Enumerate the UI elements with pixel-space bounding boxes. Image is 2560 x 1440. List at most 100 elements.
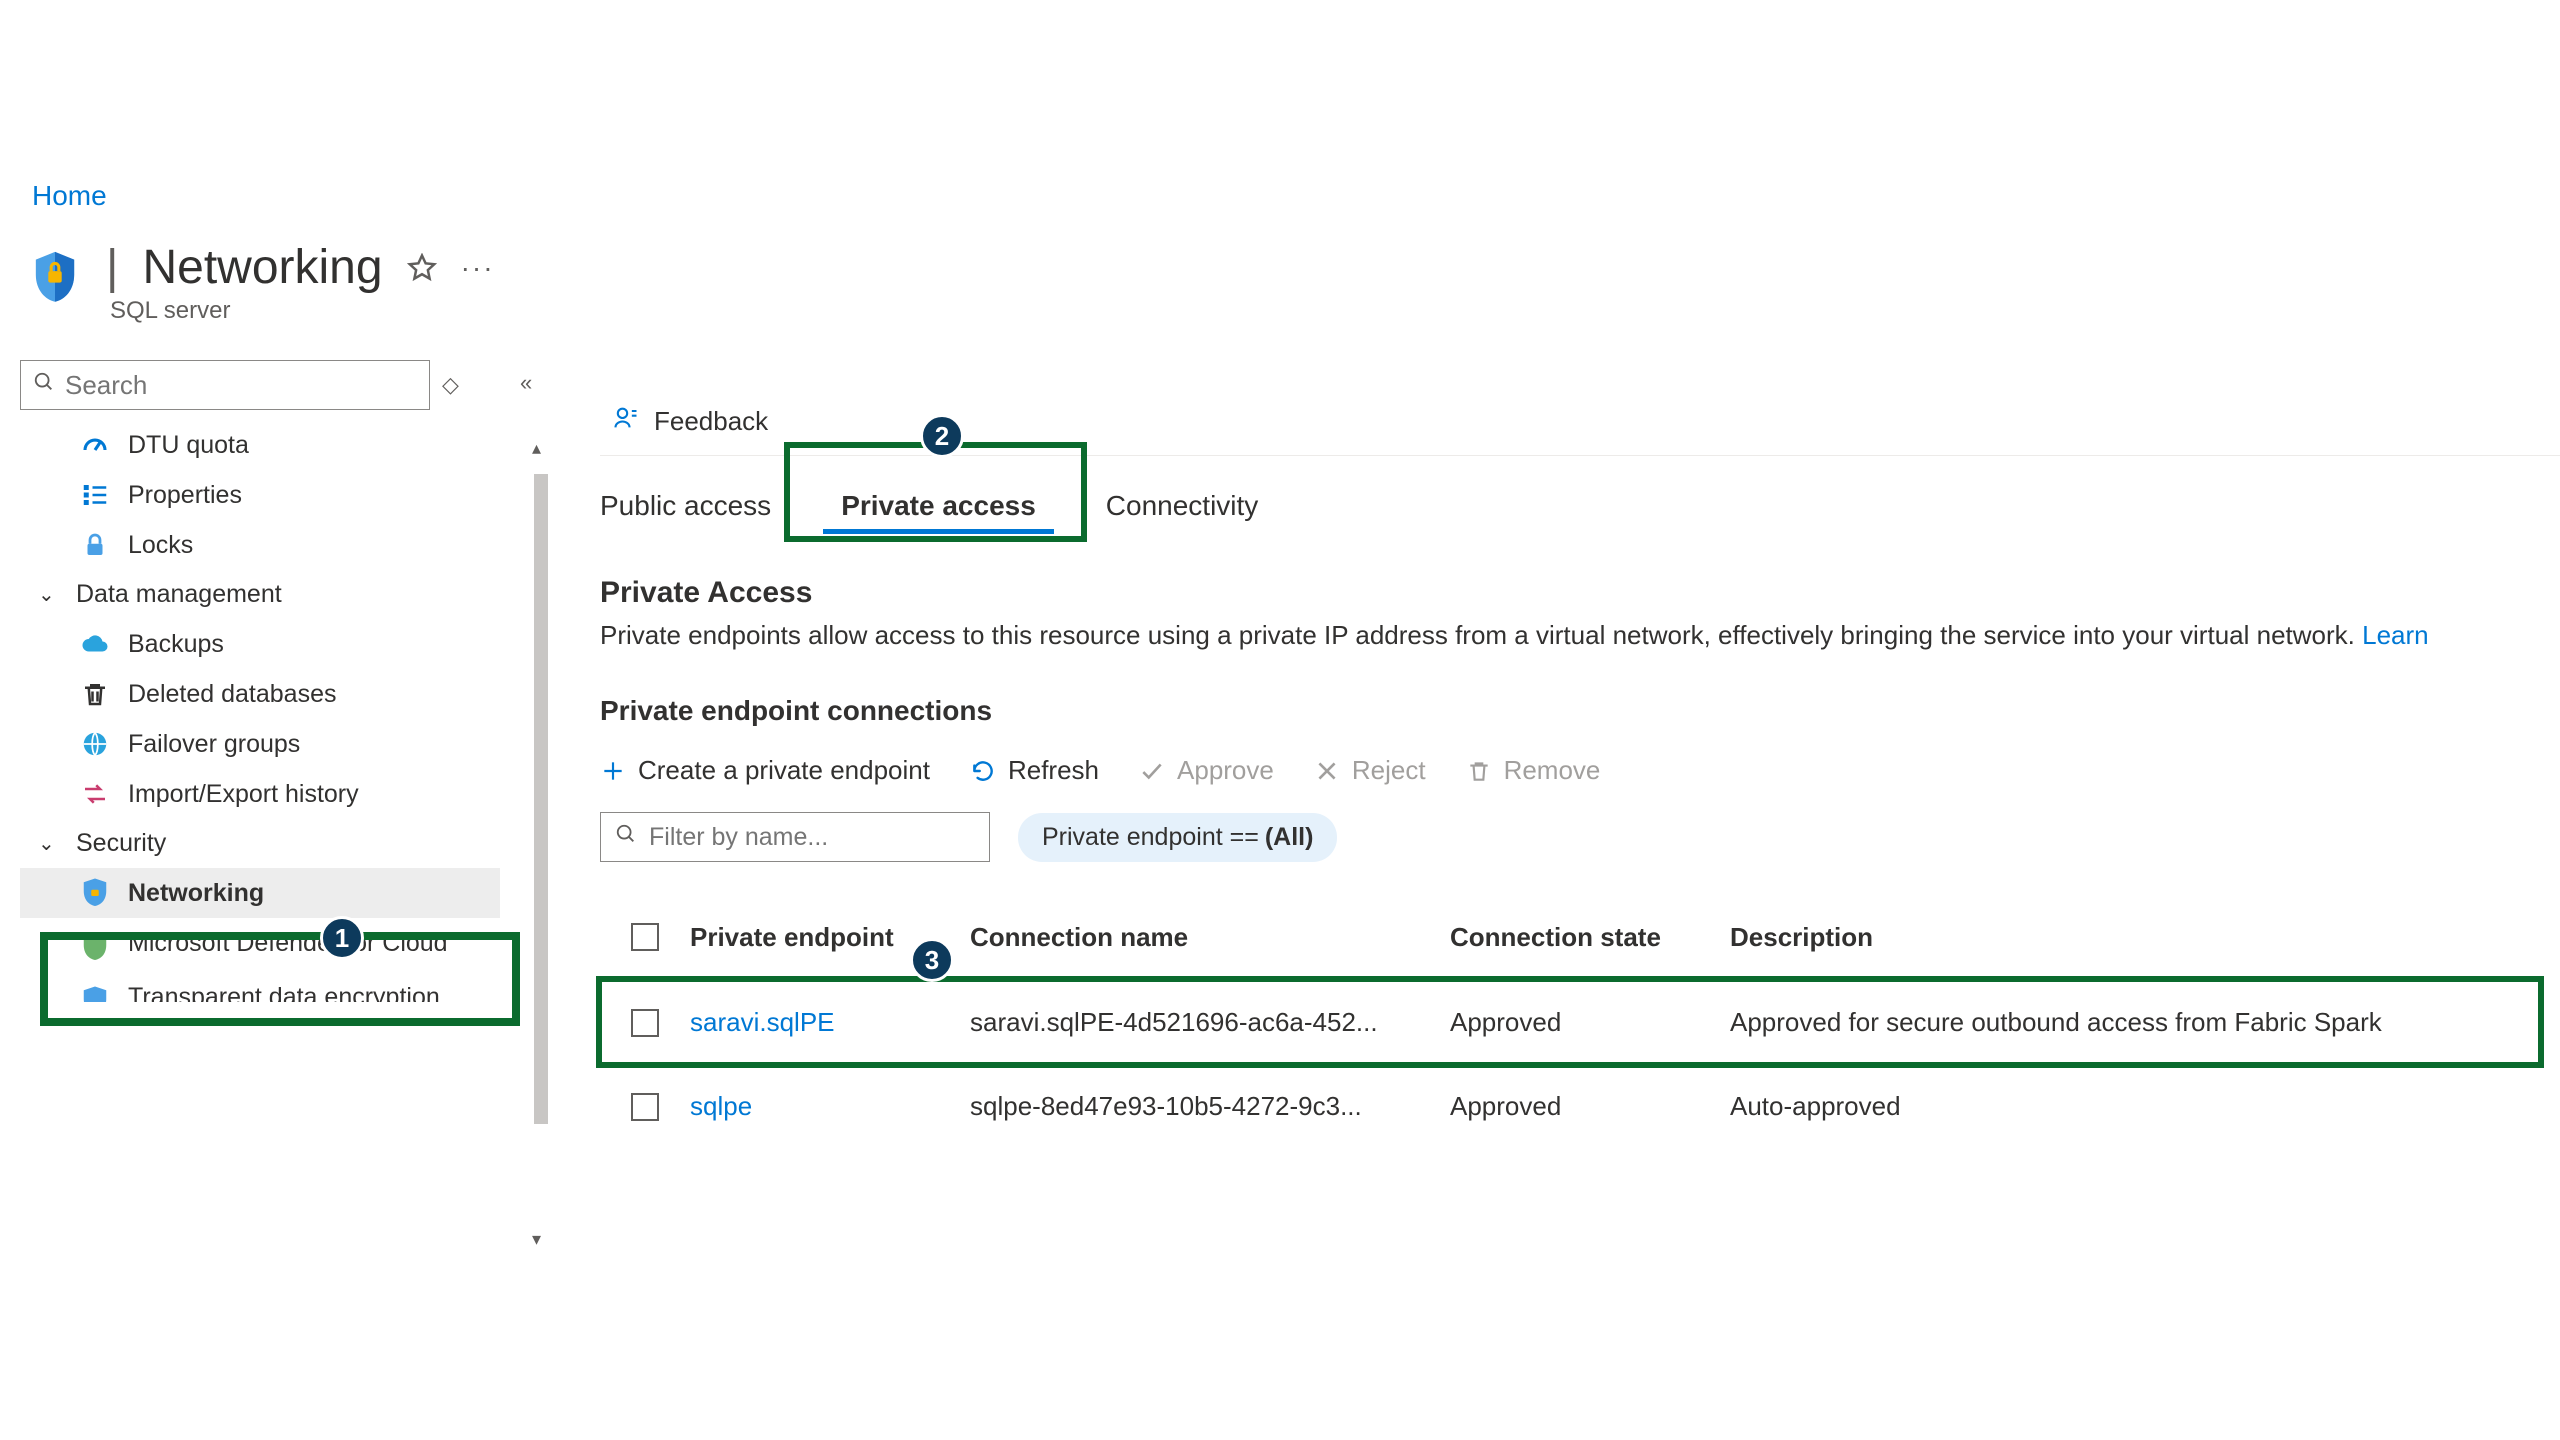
approve-button: Approve [1139,755,1274,786]
lock-icon [80,530,110,560]
endpoints-table: Private endpoint Connection name Connect… [600,896,2540,1148]
shield-icon [32,250,78,306]
resource-type-label: SQL server [110,297,495,325]
sidebar-item-label: Microsoft Defender for Cloud [128,928,448,959]
sidebar-scrollbar[interactable]: ▴ ▾ [534,444,548,1244]
table-row[interactable]: sqlpe sqlpe-8ed47e93-10b5-4272-9c3... Ap… [600,1064,2540,1148]
sort-icon[interactable]: ◇ [442,372,459,398]
create-endpoint-label: Create a private endpoint [638,755,930,786]
remove-label: Remove [1504,755,1601,786]
learn-more-link[interactable]: Learn [2362,620,2429,650]
table-header: Private endpoint Connection name Connect… [600,896,2540,980]
section-title: Private Access [600,576,2560,610]
sidebar-group-label: Security [76,829,166,858]
connection-name: sqlpe-8ed47e93-10b5-4272-9c3... [970,1091,1450,1122]
connections-title: Private endpoint connections [600,695,2560,727]
private-endpoint-link[interactable]: saravi.sqlPE [690,1007,835,1037]
feedback-button[interactable]: Feedback [600,400,2560,455]
sidebar-item-failover-groups[interactable]: Failover groups [20,719,500,769]
sidebar-item-label: DTU quota [128,431,249,460]
sidebar-item-label: Properties [128,481,242,510]
refresh-button[interactable]: Refresh [970,755,1099,786]
create-endpoint-button[interactable]: Create a private endpoint [600,755,930,786]
more-actions-icon[interactable]: ··· [461,252,495,284]
favorite-star-icon[interactable] [407,240,437,295]
search-icon [615,823,637,852]
section-desc-text: Private endpoints allow access to this r… [600,620,2355,650]
import-export-icon [80,779,110,809]
sidebar-item-import-export-history[interactable]: Import/Export history [20,769,500,819]
sidebar-group-security[interactable]: ⌄ Security [20,819,500,868]
filter-pill-key: Private endpoint == [1042,823,1259,852]
row-checkbox[interactable] [631,1093,659,1121]
connection-description: Approved for secure outbound access from… [1730,1007,2540,1038]
page-title: Networking [142,240,382,295]
shield-icon [80,878,110,908]
sidebar-item-label: Locks [128,531,193,560]
sidebar-item-networking[interactable]: Networking [20,868,500,918]
sidebar-item-label: Networking [128,879,264,908]
shield-icon [80,986,110,1002]
sidebar-item-tde[interactable]: Transparent data encryption [20,972,500,1002]
tab-private-access[interactable]: Private access [823,480,1054,532]
properties-icon [80,480,110,510]
section-description: Private endpoints allow access to this r… [600,620,2560,651]
feedback-icon [612,404,640,439]
filter-input[interactable] [600,812,990,862]
callout-badge-3: 3 [910,938,954,982]
scroll-down-icon[interactable]: ▾ [532,1229,541,1250]
col-connection-name[interactable]: Connection name [970,922,1450,953]
chevron-down-icon: ⌄ [38,582,58,607]
sidebar-item-locks[interactable]: Locks [20,520,500,570]
sidebar-group-label: Data management [76,580,282,609]
row-checkbox[interactable] [631,1009,659,1037]
sidebar-item-deleted-databases[interactable]: Deleted databases [20,669,500,719]
tab-public-access[interactable]: Public access [600,480,771,532]
sidebar-item-defender[interactable]: Microsoft Defender for Cloud [20,918,500,972]
search-icon [33,371,55,400]
select-all-checkbox[interactable] [631,923,659,951]
refresh-label: Refresh [1008,755,1099,786]
feedback-label: Feedback [654,406,768,437]
title-divider: | [106,240,118,295]
connection-name: saravi.sqlPE-4d521696-ac6a-452... [970,1007,1450,1038]
sidebar-item-backups[interactable]: Backups [20,619,500,669]
callout-badge-1: 1 [320,916,364,960]
sidebar-item-label: Backups [128,630,224,659]
callout-badge-2: 2 [920,414,964,458]
remove-button: Remove [1466,755,1601,786]
reject-button: Reject [1314,755,1426,786]
table-row[interactable]: saravi.sqlPE saravi.sqlPE-4d521696-ac6a-… [600,980,2540,1064]
sidebar-item-properties[interactable]: Properties [20,470,500,520]
scrollbar-thumb[interactable] [534,474,548,1124]
sidebar-item-dtu-quota[interactable]: DTU quota [20,420,500,470]
cloud-icon [80,629,110,659]
sidebar-item-label: Deleted databases [128,680,336,709]
sidebar-item-label: Import/Export history [128,780,359,809]
reject-label: Reject [1352,755,1426,786]
sidebar-item-label: Transparent data encryption [128,982,440,1002]
sidebar-search-input[interactable] [65,370,417,401]
chevron-down-icon: ⌄ [38,831,58,856]
connection-state: Approved [1450,1091,1730,1122]
breadcrumb-home[interactable]: Home [32,180,107,211]
col-description[interactable]: Description [1730,922,2540,953]
gauge-icon [80,430,110,460]
tab-connectivity[interactable]: Connectivity [1106,480,1259,532]
filter-input-field[interactable] [649,823,975,852]
sidebar-search[interactable] [20,360,430,410]
filter-pill[interactable]: Private endpoint == (All) [1018,813,1337,862]
col-connection-state[interactable]: Connection state [1450,922,1730,953]
globe-icon [80,729,110,759]
defender-icon [80,932,110,962]
sidebar-group-data-management[interactable]: ⌄ Data management [20,570,500,619]
sidebar-item-label: Failover groups [128,730,300,759]
scroll-up-icon[interactable]: ▴ [532,438,541,459]
approve-label: Approve [1177,755,1274,786]
filter-pill-value: (All) [1265,823,1314,852]
connection-state: Approved [1450,1007,1730,1038]
connection-description: Auto-approved [1730,1091,2540,1122]
private-endpoint-link[interactable]: sqlpe [690,1091,752,1121]
collapse-sidebar-icon[interactable]: « [520,370,532,396]
trash-icon [80,679,110,709]
